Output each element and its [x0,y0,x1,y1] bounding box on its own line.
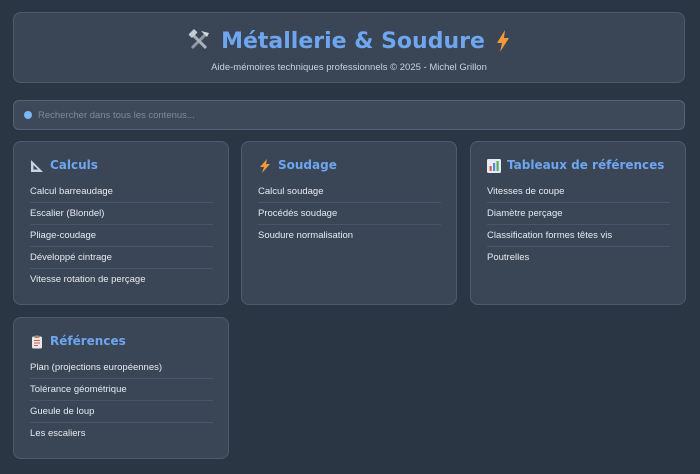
card-title: Calculs [50,158,98,172]
search-bar[interactable] [13,100,685,130]
search-input[interactable] [38,109,684,121]
list-item[interactable]: Plan (projections européennes) [30,357,213,379]
list-item[interactable]: Vitesse rotation de perçage [30,269,213,291]
lightning-icon [258,158,272,173]
card-title-row: Soudage [258,155,440,175]
card-references: Références Plan (projections européennes… [13,317,229,459]
list-item[interactable]: Escalier (Blondel) [30,203,213,225]
list-item[interactable]: Classification formes têtes vis [487,225,670,247]
hammer-pick-icon [187,29,211,53]
list-item[interactable]: Diamètre perçage [487,203,670,225]
ruler-triangle-icon [30,158,44,172]
card-title-row: Références [30,331,212,351]
list-item[interactable]: Pliage-coudage [30,225,213,247]
card-soudage: Soudage Calcul soudage Procédés soudage … [241,141,457,305]
title-row: Métallerie & Soudure [14,26,684,56]
list-item[interactable]: Calcul barreaudage [30,181,213,203]
app-header: Métallerie & Soudure Aide-mémoires techn… [13,12,685,83]
clipboard-icon [30,334,44,349]
card-title: Références [50,334,126,348]
card-title: Tableaux de références [507,158,665,172]
list-item[interactable]: Calcul soudage [258,181,441,203]
list-item[interactable]: Tolérance géométrique [30,379,213,401]
list-item[interactable]: Procédés soudage [258,203,441,225]
card-title-row: Tableaux de références [487,155,669,175]
card-title-row: Calculs [30,155,212,175]
list-item[interactable]: Poutrelles [487,247,670,269]
search-icon [24,111,32,119]
page-title: Métallerie & Soudure [221,28,485,54]
list-item[interactable]: Gueule de loup [30,401,213,423]
list-item[interactable]: Vitesses de coupe [487,181,670,203]
list-item[interactable]: Soudure normalisation [258,225,441,247]
page-subtitle: Aide-mémoires techniques professionnels … [211,62,487,73]
bar-chart-icon [487,158,501,173]
card-title: Soudage [278,158,337,172]
lightning-icon [495,29,511,53]
card-tableaux: Tableaux de références Vitesses de coupe… [470,141,686,305]
list-item[interactable]: Développé cintrage [30,247,213,269]
card-calculs: Calculs Calcul barreaudage Escalier (Blo… [13,141,229,305]
list-item[interactable]: Les escaliers [30,423,213,445]
